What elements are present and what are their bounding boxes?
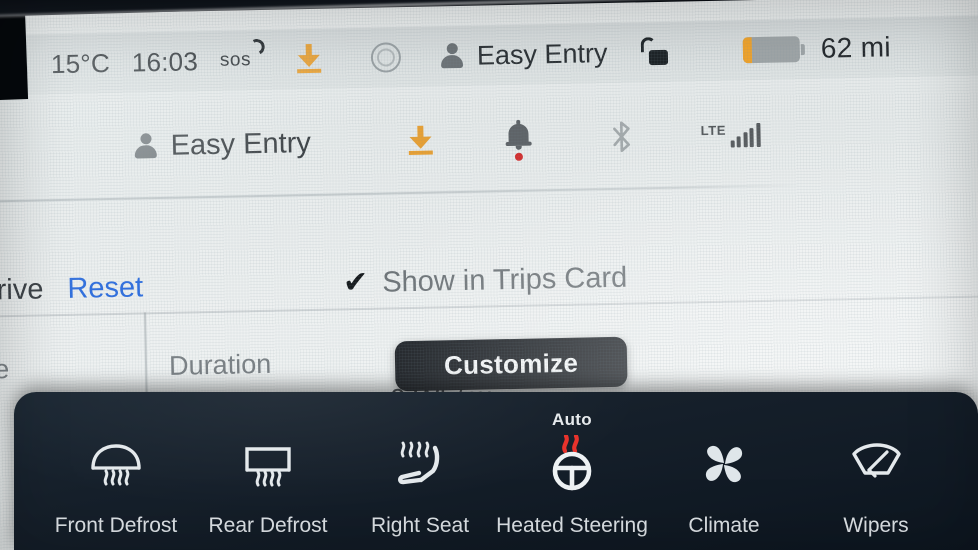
- header-divider: [0, 184, 804, 203]
- profile-button-secondary[interactable]: Easy Entry: [134, 126, 311, 163]
- range-readout: 62 mi: [820, 31, 892, 64]
- sos-button[interactable]: sos: [219, 37, 267, 72]
- driver-profile-button[interactable]: Easy Entry: [440, 37, 608, 72]
- climate-label-wipers: Wipers: [843, 514, 909, 537]
- show-in-trips-card-label: Show in Trips Card: [381, 261, 628, 299]
- software-download-icon[interactable]: [407, 125, 436, 156]
- signal-bars-icon: [730, 122, 761, 148]
- clock: 16:03: [131, 45, 199, 78]
- sos-label: sos: [219, 49, 252, 71]
- person-icon: [440, 43, 464, 69]
- profile-name-secondary: Easy Entry: [170, 126, 312, 162]
- bluetooth-icon[interactable]: [608, 119, 635, 154]
- customize-button-label: Customize: [443, 347, 579, 380]
- notification-badge-dot: [515, 152, 524, 161]
- climate-label-rear-defrost: Rear Defrost: [208, 514, 328, 537]
- reset-button[interactable]: Reset: [67, 271, 143, 306]
- show-in-trips-card-checkbox[interactable]: ✔ Show in Trips Card: [343, 261, 628, 300]
- front-defrost-icon: [77, 434, 155, 494]
- climate-label-heated-steering: Heated Steering: [496, 514, 648, 537]
- climate-button-climate[interactable]: Climate: [648, 392, 800, 550]
- autopilot-ring-icon[interactable]: [370, 42, 402, 73]
- climate-button-front-defrost[interactable]: Front Defrost: [40, 392, 192, 550]
- wiper-icon: [837, 434, 915, 494]
- climate-button-wipers[interactable]: Wipers: [800, 392, 952, 550]
- climate-control-bar: Front Defrost Rear Defrost Right Seat Au…: [14, 392, 978, 550]
- heated-steering-icon: [533, 435, 611, 491]
- notifications-bell-icon[interactable]: [504, 122, 533, 161]
- climate-label-front-defrost: Front Defrost: [54, 514, 178, 537]
- climate-button-heated-steering[interactable]: Auto Heated Steering: [496, 392, 648, 550]
- outside-temperature: 15°C: [50, 47, 111, 79]
- battery-icon: [742, 36, 806, 64]
- climate-button-rear-defrost[interactable]: Rear Defrost: [192, 392, 344, 550]
- car-touchscreen-photo: 15°C 16:03 sos Easy Entry 62 mi Easy Ent…: [0, 0, 978, 550]
- software-download-icon[interactable]: [295, 43, 324, 75]
- stat-label-duration: Duration: [168, 348, 272, 381]
- climate-label-climate: Climate: [688, 514, 760, 537]
- unlock-icon[interactable]: [639, 37, 670, 68]
- fan-icon: [685, 434, 763, 494]
- status-bar: 15°C 16:03 sos Easy Entry 62 mi: [0, 14, 978, 96]
- cellular-signal-indicator: LTE: [700, 121, 761, 148]
- checkmark-icon: ✔: [342, 265, 369, 300]
- climate-label-right-seat: Right Seat: [370, 514, 470, 537]
- stat-label-distance: tance: [0, 353, 10, 385]
- climate-button-right-seat[interactable]: Right Seat: [344, 392, 496, 550]
- rear-defrost-icon: [229, 434, 307, 494]
- app-status-row: Easy Entry LTE: [0, 93, 978, 186]
- network-type-label: LTE: [700, 122, 727, 138]
- trips-header-row: nt Drive Reset ✔ Show in Trips Card: [0, 247, 978, 314]
- seat-heater-icon: [381, 434, 459, 494]
- heated-steering-auto-label: Auto: [552, 410, 592, 429]
- customize-button[interactable]: Customize: [394, 336, 628, 392]
- drive-title: nt Drive: [0, 272, 44, 307]
- driver-profile-name: Easy Entry: [476, 37, 608, 71]
- person-icon: [134, 133, 157, 159]
